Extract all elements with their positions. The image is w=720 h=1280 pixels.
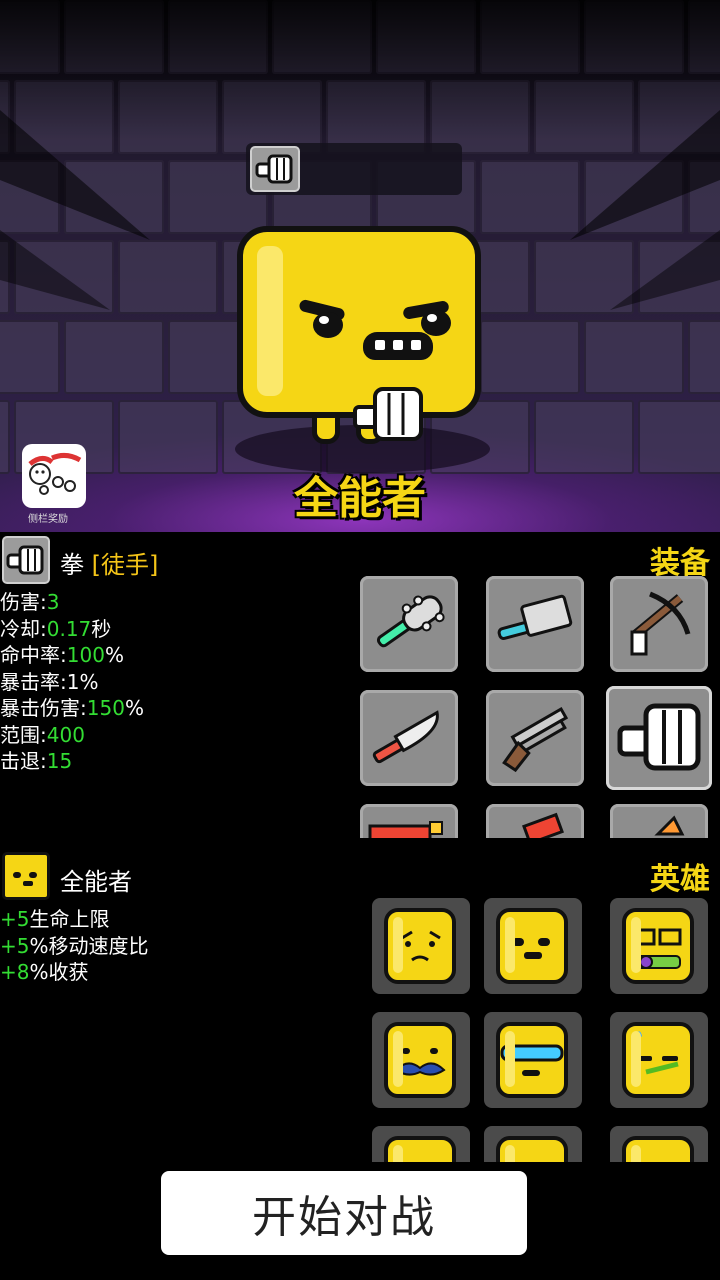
hero-showcase-scene: 全能者 侧栏奖励 (0, 0, 720, 532)
weapon-subtype: [徒手] (91, 551, 159, 579)
sidebar-reward-button[interactable] (22, 444, 86, 508)
fist-icon (2, 536, 50, 584)
stat-knockback: 击退:15 (0, 749, 73, 773)
red-weapon-icon[interactable] (360, 804, 458, 838)
visor-hero-icon[interactable] (484, 1012, 582, 1108)
spiked-club-icon[interactable] (360, 576, 458, 672)
red-weapon-icon[interactable] (486, 804, 584, 838)
hero-icon[interactable] (372, 1126, 470, 1162)
bonus-max-hp: +5生命上限 (0, 907, 110, 931)
weapon-title: 拳 [徒手] (60, 545, 158, 580)
bonus-harvest: +8%收获 (0, 960, 89, 984)
mustache-hero-icon[interactable] (372, 1012, 470, 1108)
hero-bonuses: +5生命上限 +5%移动速度比 +8%收获 (0, 906, 149, 986)
hero-icon[interactable] (610, 1126, 708, 1162)
shotgun-icon[interactable] (486, 690, 584, 786)
hero-name-title: 全能者 (294, 473, 426, 524)
glasses-hero-icon[interactable] (610, 898, 708, 994)
stat-crit-rate: 暴击率:1% (0, 669, 99, 694)
weapon-panel: 拳 [徒手] 装备 伤害:3 冷却:0.17秒 命中率:100% 暴击率:1% … (0, 532, 720, 844)
sidebar-reward-label: 侧栏奖励 (28, 514, 68, 525)
grumpy-hero-icon[interactable] (484, 898, 582, 994)
stat-cooldown: 冷却:0.17秒 (0, 616, 112, 641)
fist-icon (353, 387, 423, 441)
hero-icon[interactable] (484, 1126, 582, 1162)
orange-weapon-icon[interactable] (610, 804, 708, 838)
stat-damage: 伤害:3 (0, 590, 60, 614)
tab-heroes[interactable]: 英雄 (650, 854, 710, 898)
hero-title: 全能者 (60, 868, 132, 896)
fist-icon (250, 146, 300, 192)
stat-crit-damage: 暴击伤害:150% (0, 696, 144, 720)
equipment-grid (358, 576, 720, 838)
knife-icon[interactable] (360, 690, 458, 786)
cleaver-icon[interactable] (486, 576, 584, 672)
stat-range: 范围:400 (0, 722, 85, 747)
weapon-stats: 伤害:3 冷却:0.17秒 命中率:100% 暴击率:1% 暴击伤害:150% … (0, 589, 144, 775)
hero-panel: 全能者 英雄 +5生命上限 +5%移动速度比 +8%收获 (0, 846, 720, 1162)
hero-portrait-icon (2, 852, 50, 900)
start-battle-button[interactable]: 开始对战 (161, 1171, 527, 1255)
fist-icon[interactable] (606, 686, 712, 790)
sweat-hero-icon[interactable] (610, 1012, 708, 1108)
sad-hero-icon[interactable] (372, 898, 470, 994)
hero-grid (358, 898, 720, 1162)
bonus-move-speed: +5%移动速度比 (0, 933, 149, 958)
weapon-name: 拳 (60, 551, 84, 579)
crossbow-icon[interactable] (610, 576, 708, 672)
stat-accuracy: 命中率:100% (0, 643, 124, 667)
